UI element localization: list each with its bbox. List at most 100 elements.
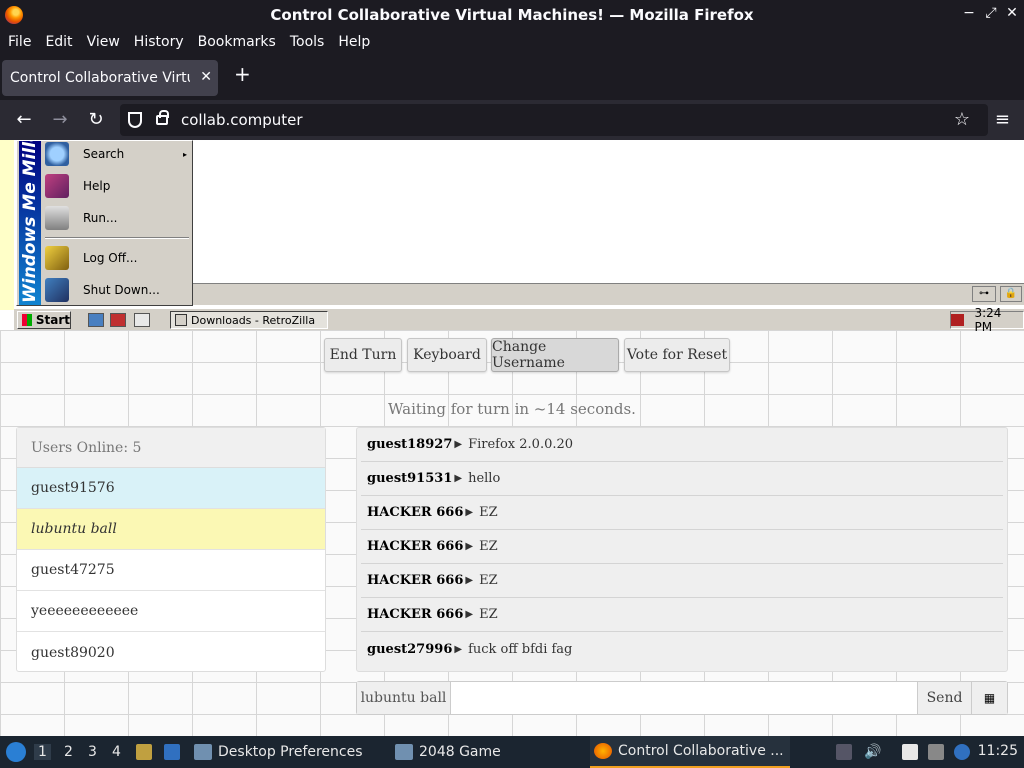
turn-status: Waiting for turn in ~14 seconds. (388, 400, 636, 418)
workspace-4[interactable]: 4 (112, 744, 121, 760)
desktop-panel: 1 2 3 4 Desktop Preferences 2048 Game Co… (0, 736, 1024, 768)
windows-flag-icon (22, 314, 32, 326)
vm-window-statusbar (192, 283, 1024, 305)
workspace-3[interactable]: 3 (88, 744, 97, 760)
show-desktop-icon[interactable] (164, 744, 180, 760)
app-launcher-icon[interactable] (6, 742, 26, 762)
menu-file[interactable]: File (8, 34, 31, 50)
menu-view[interactable]: View (87, 34, 120, 50)
chat-message: HACKER 666 ▶ EZ (361, 496, 1003, 530)
start-menu-run[interactable]: Run... (45, 203, 191, 233)
firefox-icon (594, 743, 612, 759)
task-desktop-preferences[interactable]: Desktop Preferences (194, 736, 363, 768)
battery-icon[interactable] (836, 744, 852, 760)
online-users-panel: Users Online: 5 guest91576 lubuntu ball … (16, 427, 326, 672)
workspace-2[interactable]: 2 (64, 744, 73, 760)
menu-tools[interactable]: Tools (290, 34, 325, 50)
vote-for-reset-button[interactable]: Vote for Reset (624, 338, 730, 372)
vm-system-tray: 3:24 PM (950, 306, 1024, 334)
maximize-button[interactable]: ⤢ (982, 5, 1000, 21)
chat-message: guest91531 ▶ hello (361, 462, 1003, 496)
preferences-icon (194, 744, 212, 760)
start-menu-search[interactable]: Search ▸ (45, 140, 191, 169)
vm-start-menu: Windows Me Millennium Search ▸ Help Run.… (16, 140, 193, 306)
change-username-button[interactable]: Change Username (491, 338, 619, 372)
start-menu-shut-down[interactable]: Shut Down... (45, 275, 191, 305)
submenu-arrow-icon: ▸ (182, 149, 187, 159)
send-button[interactable]: Send (917, 682, 971, 714)
start-menu-log-off[interactable]: Log Off... (45, 243, 191, 273)
volume-icon[interactable]: 🔊 (864, 744, 881, 760)
firefox-logo-icon (5, 6, 23, 24)
user-row: lubuntu ball (17, 509, 325, 550)
chat-message: guest18927 ▶ Firefox 2.0.0.20 (361, 428, 1003, 462)
tab-close-icon[interactable]: ✕ (200, 69, 212, 85)
file-manager-icon[interactable] (136, 744, 152, 760)
tray-app-icon[interactable] (951, 314, 965, 326)
keyboard-button[interactable]: Keyboard (407, 338, 487, 372)
start-menu-help[interactable]: Help (45, 171, 191, 201)
reload-button[interactable]: ↻ (84, 108, 108, 132)
shutdown-icon (45, 278, 69, 302)
network-icon[interactable] (928, 744, 944, 760)
clipboard-icon[interactable] (902, 744, 918, 760)
vm-task-downloads[interactable]: Downloads - RetroZilla (170, 311, 328, 329)
vm-clock: 3:24 PM (974, 306, 1002, 334)
chat-message: HACKER 666 ▶ EZ (361, 598, 1003, 632)
forward-button[interactable]: → (48, 108, 72, 132)
game-icon (395, 744, 413, 760)
users-online-header: Users Online: 5 (17, 428, 325, 468)
window-titlebar: Control Collaborative Virtual Machines! … (0, 0, 1024, 30)
new-tab-button[interactable]: + (234, 62, 251, 86)
vm-security-icon: 🔒 (1000, 286, 1022, 302)
end-turn-button[interactable]: End Turn (324, 338, 402, 372)
user-row: yeeeeeeeeeeee (17, 591, 325, 632)
menu-bar: File Edit View History Bookmarks Tools H… (0, 30, 1024, 54)
close-window-button[interactable]: ✕ (1003, 5, 1021, 21)
window-title: Control Collaborative Virtual Machines! … (270, 6, 754, 24)
url-bar[interactable]: collab.computer ☆ (120, 104, 988, 136)
url-text[interactable]: collab.computer (181, 111, 303, 129)
user-row: guest89020 (31, 644, 115, 661)
search-icon (45, 142, 69, 166)
vm-taskbar: Start Downloads - RetroZilla 3:24 PM (14, 306, 1024, 334)
menu-bookmarks[interactable]: Bookmarks (198, 34, 276, 50)
tab-collab-vm[interactable]: Control Collaborative Virtual Machines! … (2, 60, 218, 96)
chat-message: HACKER 666 ▶ EZ (361, 564, 1003, 598)
update-icon[interactable] (954, 744, 970, 760)
task-firefox[interactable]: Control Collaborative ... (590, 736, 790, 768)
lock-icon[interactable] (156, 110, 169, 125)
start-menu-separator (45, 237, 189, 239)
start-menu-banner: Windows Me Millennium (19, 141, 41, 305)
bookmark-star-icon[interactable]: ☆ (954, 109, 970, 130)
key-icon (45, 246, 69, 270)
run-icon (45, 206, 69, 230)
vm-screen[interactable]: ⊶ 🔒 Windows Me Millennium Search ▸ Help … (0, 140, 1024, 334)
chat-input[interactable] (453, 684, 913, 712)
tab-strip: Control Collaborative Virtual Machines! … (0, 54, 1024, 100)
vm-desktop-strip (0, 140, 14, 310)
chat-log: guest18927 ▶ Firefox 2.0.0.20 guest91531 ▶ h… (356, 427, 1008, 672)
media-player-icon[interactable] (110, 313, 126, 327)
chat-input-row: lubuntu ball Send ▦ (356, 681, 1008, 715)
user-row: guest91576 (17, 468, 325, 509)
vm-start-button[interactable]: Start (17, 311, 71, 329)
show-desktop-icon[interactable] (88, 313, 104, 327)
tab-title: Control Collaborative Virtual Machines! (10, 70, 190, 86)
window-icon (175, 314, 187, 326)
quick-launch-icon[interactable] (134, 313, 150, 327)
chat-message: guest27996 ▶ fuck off bfdi fag (367, 641, 573, 657)
menu-edit[interactable]: Edit (45, 34, 72, 50)
tracking-shield-icon[interactable] (128, 112, 142, 128)
menu-help[interactable]: Help (338, 34, 370, 50)
chat-username-label[interactable]: lubuntu ball (357, 682, 451, 714)
help-book-icon (45, 174, 69, 198)
app-menu-button[interactable]: ≡ (995, 109, 1010, 130)
workspace-1[interactable]: 1 (34, 744, 51, 760)
task-2048-game[interactable]: 2048 Game (395, 736, 501, 768)
keyboard-icon[interactable]: ▦ (971, 682, 1007, 714)
back-button[interactable]: ← (12, 108, 36, 132)
menu-history[interactable]: History (134, 34, 184, 50)
chat-message: HACKER 666 ▶ EZ (361, 530, 1003, 564)
minimize-button[interactable]: − (960, 5, 978, 21)
